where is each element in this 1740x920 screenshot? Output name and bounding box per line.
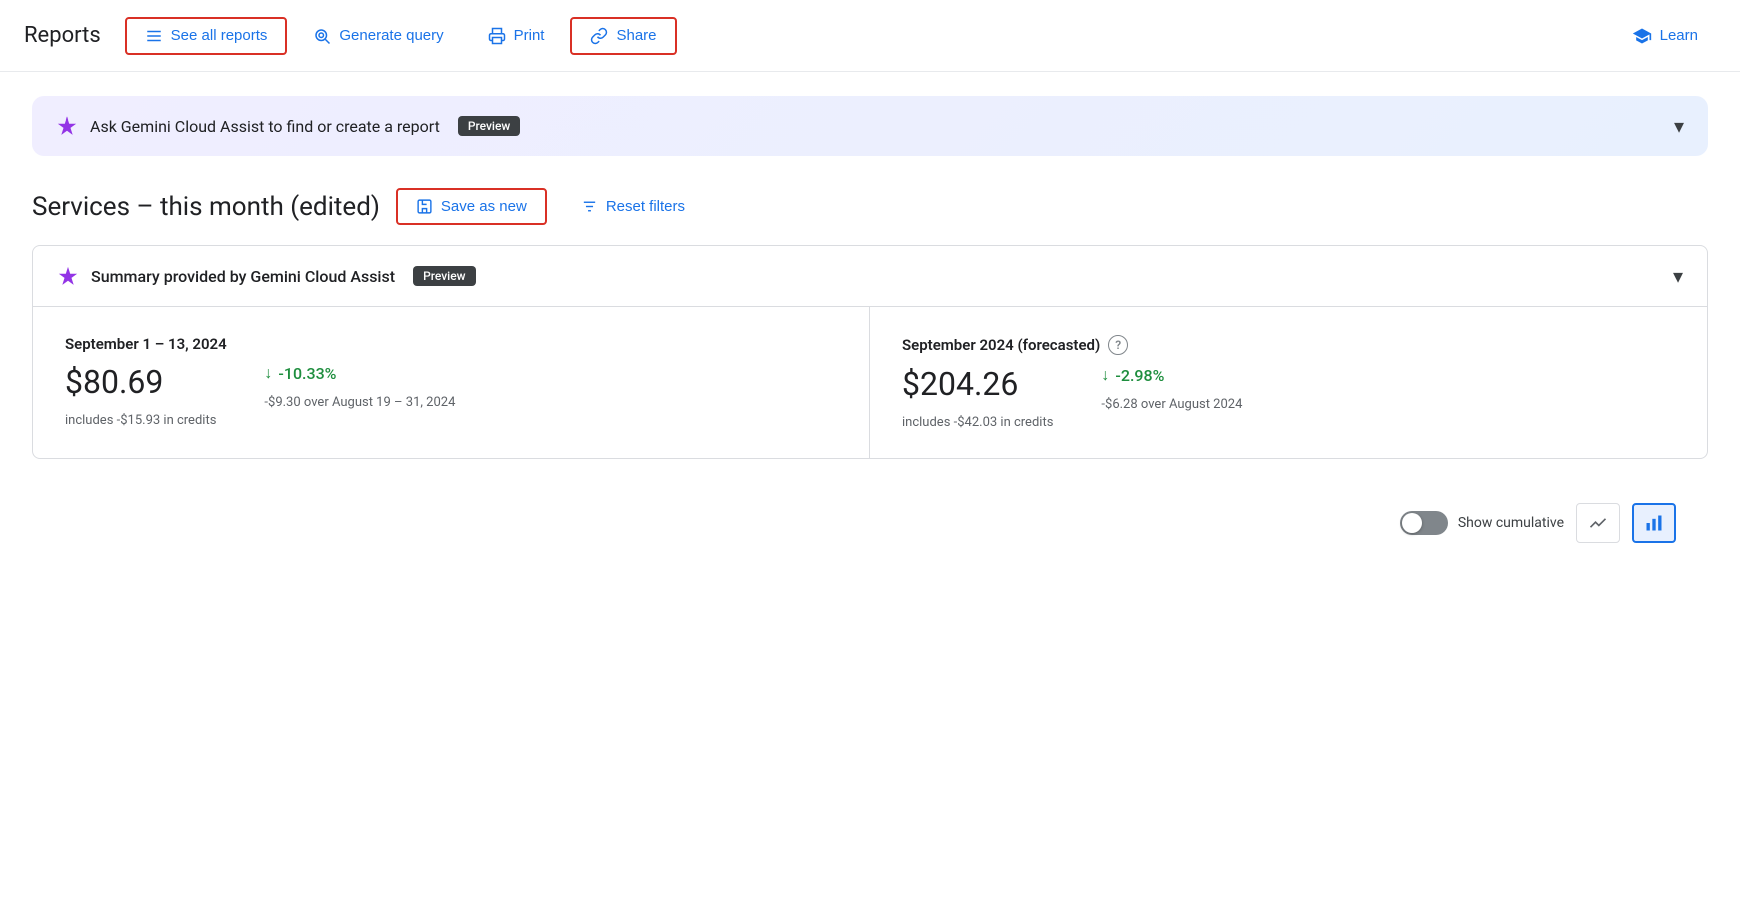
page-title: Reports [24, 23, 101, 48]
list-icon [145, 27, 163, 45]
report-title-row: Services – this month (edited) Save as n… [32, 188, 1708, 225]
bottom-toolbar: Show cumulative [32, 491, 1708, 555]
summary-left-change-metric: ↓ -10.33% -$9.30 over August 19 – 31, 20… [264, 363, 455, 428]
summary-right-credits: includes -$42.03 in credits [902, 415, 1053, 430]
summary-header-text: Summary provided by Gemini Cloud Assist [91, 267, 395, 286]
summary-card: Summary provided by Gemini Cloud Assist … [32, 245, 1708, 459]
summary-left-period: September 1 – 13, 2024 [65, 335, 837, 353]
header: Reports See all reports Generate query [0, 0, 1740, 72]
summary-right-amount: $204.26 [902, 365, 1053, 403]
filter-icon [581, 198, 598, 215]
summary-right-col: September 2024 (forecasted) ? $204.26 in… [870, 307, 1707, 458]
arrow-down-icon-left: ↓ [264, 363, 272, 383]
summary-left-amount-metric: $80.69 includes -$15.93 in credits [65, 363, 216, 428]
cumulative-toggle-switch[interactable] [1400, 511, 1448, 535]
show-cumulative-toggle: Show cumulative [1400, 511, 1564, 535]
arrow-down-icon-right: ↓ [1101, 365, 1109, 385]
learn-button[interactable]: Learn [1614, 18, 1716, 54]
print-button[interactable]: Print [470, 19, 563, 53]
reset-filters-button[interactable]: Reset filters [563, 190, 703, 223]
summary-left-change: ↓ -10.33% [264, 363, 455, 383]
gemini-banner-left: Ask Gemini Cloud Assist to find or creat… [56, 115, 520, 137]
gemini-banner-text: Ask Gemini Cloud Assist to find or creat… [90, 117, 440, 136]
summary-right-change-detail: -$6.28 over August 2024 [1101, 397, 1242, 412]
line-chart-button[interactable] [1576, 503, 1620, 543]
summary-right-change-metric: ↓ -2.98% -$6.28 over August 2024 [1101, 365, 1242, 430]
summary-body: September 1 – 13, 2024 $80.69 includes -… [33, 306, 1707, 458]
summary-left-col: September 1 – 13, 2024 $80.69 includes -… [33, 307, 870, 458]
summary-preview-badge: Preview [413, 266, 476, 286]
bar-chart-button[interactable] [1632, 503, 1676, 543]
gemini-preview-badge: Preview [458, 116, 521, 136]
summary-right-change: ↓ -2.98% [1101, 365, 1242, 385]
summary-left-amount: $80.69 [65, 363, 216, 401]
summary-left-metrics: $80.69 includes -$15.93 in credits ↓ -10… [65, 363, 837, 428]
share-button[interactable]: Share [570, 17, 676, 55]
save-icon [416, 198, 433, 215]
see-all-reports-button[interactable]: See all reports [125, 17, 288, 55]
summary-left-change-detail: -$9.30 over August 19 – 31, 2024 [264, 395, 455, 410]
main-content: Ask Gemini Cloud Assist to find or creat… [0, 72, 1740, 579]
info-icon[interactable]: ? [1108, 335, 1128, 355]
save-as-new-button[interactable]: Save as new [396, 188, 547, 225]
query-icon [313, 27, 331, 45]
gemini-banner-chevron[interactable]: ▾ [1674, 114, 1684, 138]
share-icon [590, 27, 608, 45]
summary-sparkle-icon [57, 265, 79, 287]
report-title: Services – this month (edited) [32, 192, 380, 222]
generate-query-button[interactable]: Generate query [295, 19, 461, 53]
toggle-knob [1402, 513, 1422, 533]
summary-left-credits: includes -$15.93 in credits [65, 413, 216, 428]
summary-right-period: September 2024 (forecasted) ? [902, 335, 1675, 355]
summary-header-left: Summary provided by Gemini Cloud Assist … [57, 265, 476, 287]
summary-card-chevron[interactable]: ▾ [1673, 264, 1683, 288]
learn-icon [1632, 26, 1652, 46]
sparkle-icon [56, 115, 78, 137]
print-icon [488, 27, 506, 45]
summary-right-amount-metric: $204.26 includes -$42.03 in credits [902, 365, 1053, 430]
summary-card-header[interactable]: Summary provided by Gemini Cloud Assist … [33, 246, 1707, 306]
show-cumulative-label: Show cumulative [1458, 515, 1564, 531]
gemini-banner[interactable]: Ask Gemini Cloud Assist to find or creat… [32, 96, 1708, 156]
summary-right-metrics: $204.26 includes -$42.03 in credits ↓ -2… [902, 365, 1675, 430]
